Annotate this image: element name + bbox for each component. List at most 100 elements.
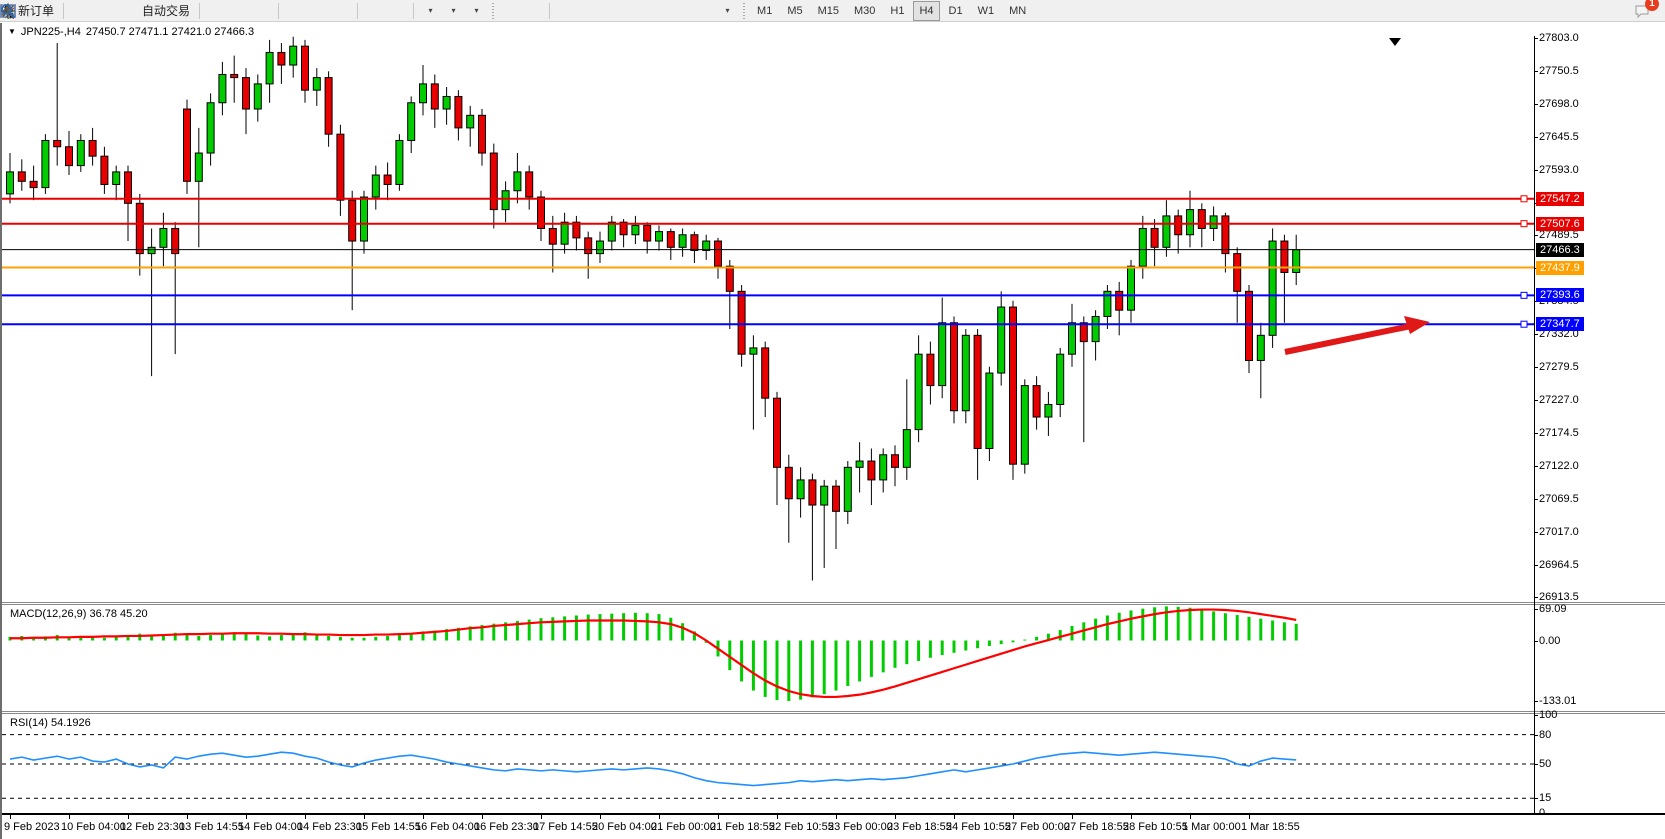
price-chart-pane[interactable] bbox=[2, 36, 1534, 602]
timeframe-m15-button[interactable]: M15 bbox=[812, 1, 845, 21]
timeframe-w1-button[interactable]: W1 bbox=[972, 1, 1001, 21]
candle-body bbox=[372, 175, 379, 197]
periods-button[interactable]: ▾ bbox=[443, 1, 463, 21]
timeframe-m30-button[interactable]: M30 bbox=[848, 1, 881, 21]
trendline-button[interactable] bbox=[602, 1, 622, 21]
timeframe-mn-button[interactable]: MN bbox=[1003, 1, 1032, 21]
candle-body bbox=[585, 238, 592, 254]
signals-button[interactable] bbox=[116, 1, 136, 21]
candle-body bbox=[785, 467, 792, 498]
crosshair-button[interactable] bbox=[523, 1, 543, 21]
candle-body bbox=[408, 103, 415, 141]
vertical-line-button[interactable] bbox=[556, 1, 576, 21]
hline-handle[interactable] bbox=[1521, 292, 1527, 298]
candle-body bbox=[1151, 228, 1158, 247]
time-axis[interactable]: 9 Feb 202310 Feb 04:0012 Feb 23:3013 Feb… bbox=[2, 813, 1665, 839]
time-axis-tick bbox=[482, 815, 483, 819]
toolbar-grip[interactable] bbox=[742, 3, 746, 19]
candle-body bbox=[101, 156, 108, 184]
price-line-badge: 27347.7 bbox=[1536, 317, 1584, 331]
candle-body bbox=[66, 147, 73, 166]
zoom-out-button[interactable] bbox=[308, 1, 328, 21]
price-tick-label: 27803.0 bbox=[1539, 31, 1629, 45]
market-watch-button[interactable] bbox=[70, 1, 90, 21]
tile-windows-button[interactable] bbox=[331, 1, 351, 21]
zoom-in-button[interactable] bbox=[285, 1, 305, 21]
timeframe-d1-button[interactable]: D1 bbox=[943, 1, 969, 21]
hline-handle[interactable] bbox=[1521, 221, 1527, 227]
time-axis-tick bbox=[1190, 815, 1191, 819]
candle-body bbox=[821, 486, 828, 505]
candle-body bbox=[136, 203, 143, 253]
chart-candles-button[interactable] bbox=[229, 1, 249, 21]
candle-body bbox=[420, 84, 427, 103]
price-line-badge: 27507.6 bbox=[1536, 217, 1584, 231]
navigator-button[interactable] bbox=[93, 1, 113, 21]
toolbar-separator bbox=[278, 3, 279, 19]
rsi-pane[interactable] bbox=[2, 714, 1534, 812]
chart-shift-marker[interactable] bbox=[1389, 38, 1401, 46]
price-tick-label: 27069.5 bbox=[1539, 492, 1629, 506]
macd-tick-label: -133.01 bbox=[1539, 694, 1629, 708]
new-order-button[interactable]: 新订单 bbox=[15, 1, 57, 21]
text-button[interactable]: A bbox=[671, 1, 691, 21]
time-axis-label: 22 Feb 10:55 bbox=[769, 821, 834, 833]
timeframe-m5-button[interactable]: M5 bbox=[781, 1, 808, 21]
cursor-button[interactable] bbox=[500, 1, 520, 21]
chart-shift-button[interactable] bbox=[387, 1, 407, 21]
candle-body bbox=[243, 78, 250, 109]
candle-body bbox=[1033, 386, 1040, 417]
time-axis-label: 23 Feb 00:00 bbox=[828, 821, 893, 833]
chart-menu-caret-icon[interactable]: ▼ bbox=[8, 27, 16, 36]
chart-line-button[interactable] bbox=[252, 1, 272, 21]
autotrading-button[interactable]: 自动交易 bbox=[139, 1, 193, 21]
candle-body bbox=[868, 461, 875, 480]
time-axis-tick bbox=[836, 815, 837, 819]
new-chart-button[interactable]: ▾ bbox=[420, 1, 440, 21]
candle-body bbox=[927, 354, 934, 385]
candle-body bbox=[54, 140, 61, 146]
time-axis-label: 27 Feb 18:55 bbox=[1064, 821, 1129, 833]
hline-handle[interactable] bbox=[1521, 321, 1527, 327]
hline-handle[interactable] bbox=[1521, 196, 1527, 202]
time-axis-label: 20 Feb 04:00 bbox=[592, 821, 657, 833]
horizontal-line-button[interactable] bbox=[579, 1, 599, 21]
time-axis-label: 13 Feb 14:55 bbox=[179, 821, 244, 833]
macd-pane[interactable] bbox=[2, 605, 1534, 710]
time-axis-label: 16 Feb 04:00 bbox=[415, 821, 480, 833]
price-tick-label: 27174.5 bbox=[1539, 426, 1629, 440]
auto-scroll-button[interactable] bbox=[364, 1, 384, 21]
candle-body bbox=[278, 52, 285, 65]
toolbar-grip[interactable] bbox=[491, 3, 495, 19]
candle-body bbox=[974, 335, 981, 448]
arrow-annotation[interactable] bbox=[1285, 325, 1416, 352]
templates-button[interactable]: ▾ bbox=[466, 1, 486, 21]
price-tick-label: 27698.0 bbox=[1539, 97, 1629, 111]
notifications-button[interactable]: 1 bbox=[1633, 1, 1653, 21]
timeframe-h1-button[interactable]: H1 bbox=[884, 1, 910, 21]
time-axis-tick bbox=[777, 815, 778, 819]
candle-body bbox=[903, 430, 910, 468]
time-axis-label: 1 Mar 18:55 bbox=[1241, 821, 1300, 833]
time-axis-label: 16 Feb 23:30 bbox=[474, 821, 539, 833]
arrows-button[interactable]: ▾ bbox=[717, 1, 737, 21]
fibonacci-button[interactable]: F bbox=[648, 1, 668, 21]
equidistant-channel-button[interactable]: E bbox=[625, 1, 645, 21]
candle-body bbox=[266, 52, 273, 83]
timeframe-h4-button[interactable]: H4 bbox=[913, 1, 939, 21]
search-button[interactable] bbox=[1607, 1, 1627, 21]
candle-body bbox=[1163, 216, 1170, 247]
candle-body bbox=[1246, 291, 1253, 360]
timeframe-m1-button[interactable]: M1 bbox=[751, 1, 778, 21]
rsi-tick-label: 80 bbox=[1539, 728, 1629, 742]
autotrading-label: 自动交易 bbox=[142, 2, 190, 19]
candle-body bbox=[1092, 316, 1099, 341]
candle-body bbox=[1045, 404, 1052, 417]
candle-body bbox=[597, 241, 604, 254]
time-axis-tick bbox=[659, 815, 660, 819]
text-label-button[interactable]: T bbox=[694, 1, 714, 21]
candle-body bbox=[608, 222, 615, 241]
chart-bars-button[interactable] bbox=[206, 1, 226, 21]
price-tick-label: 26964.5 bbox=[1539, 558, 1629, 572]
toolbar-separator bbox=[63, 3, 64, 19]
